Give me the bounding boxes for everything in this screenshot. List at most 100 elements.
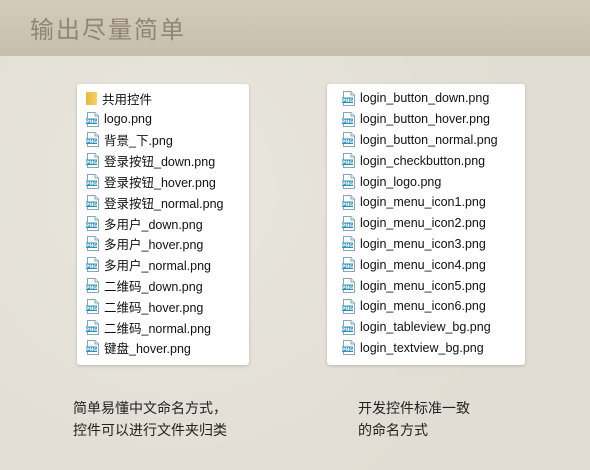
svg-text:PNG: PNG (342, 98, 353, 104)
caption-line: 简单易懂中文命名方式， (73, 401, 227, 417)
file-list-item[interactable]: PNG 多用户_hover.png (86, 234, 249, 255)
png-file-icon: PNG (342, 215, 356, 231)
svg-text:PNG: PNG (342, 119, 353, 125)
file-name: login_textview_bg.png (360, 340, 484, 355)
svg-text:PNG: PNG (86, 139, 97, 145)
file-list-item[interactable]: PNG 二维码_down.png (86, 275, 249, 296)
png-file-icon: PNG (86, 174, 100, 190)
file-list: PNG login_button_down.png PNG login_button_… (327, 84, 525, 358)
file-list-item[interactable]: PNG 二维码_normal.png (86, 317, 249, 338)
file-name: login_menu_icon1.png (360, 195, 486, 210)
svg-text:PNG: PNG (342, 223, 353, 229)
png-file-icon: PNG (86, 215, 100, 231)
file-list-item[interactable]: PNG 多用户_normal.png (86, 254, 249, 275)
file-list-item[interactable]: PNG 键盘_hover.png (86, 338, 249, 359)
file-name: 二维码_normal.png (104, 321, 211, 336)
svg-text:PNG: PNG (342, 264, 353, 270)
file-name: 登录按钮_normal.png (104, 196, 224, 211)
file-list-item[interactable]: PNG login_checkbutton.png (342, 150, 525, 171)
png-file-icon: PNG (342, 194, 356, 210)
png-file-icon: PNG (86, 319, 100, 335)
png-file-icon: PNG (342, 90, 356, 106)
file-list-item[interactable]: 共用控件 (86, 88, 249, 109)
file-name: 二维码_hover.png (104, 300, 204, 315)
svg-text:PNG: PNG (86, 160, 97, 166)
file-list-item[interactable]: PNG 背景_下.png (86, 130, 249, 151)
file-list-item[interactable]: PNG 多用户_down.png (86, 213, 249, 234)
file-list-item[interactable]: PNG login_menu_icon2.png (342, 213, 525, 234)
header-banner: 输出尽量简单 (0, 0, 590, 56)
svg-text:PNG: PNG (342, 243, 353, 249)
svg-text:PNG: PNG (86, 202, 97, 208)
file-list-item[interactable]: PNG 登录按钮_down.png (86, 150, 249, 171)
file-list: 共用控件 PNG logo.png PNG 背景_下.png PNG 登录按钮_down.p… (77, 84, 249, 358)
png-file-icon: PNG (86, 257, 100, 273)
file-name: login_button_normal.png (360, 132, 498, 147)
file-name: login_menu_icon3.png (360, 236, 486, 251)
file-name: login_button_down.png (360, 91, 490, 106)
png-file-icon: PNG (86, 236, 100, 252)
png-file-icon: PNG (342, 153, 356, 169)
file-list-item[interactable]: PNG login_logo.png (342, 171, 525, 192)
file-name: login_menu_icon5.png (360, 278, 486, 293)
file-list-item[interactable]: PNG login_button_hover.png (342, 109, 525, 130)
file-list-item[interactable]: PNG login_menu_icon1.png (342, 192, 525, 213)
svg-text:PNG: PNG (342, 160, 353, 166)
svg-text:PNG: PNG (86, 285, 97, 291)
english-naming-file-list: PNG login_button_down.png PNG login_button_… (327, 84, 525, 365)
svg-text:PNG: PNG (342, 181, 353, 187)
file-name: logo.png (104, 112, 152, 127)
caption-standard-naming: 开发控件标准一致 的命名方式 (358, 398, 470, 442)
chinese-naming-file-list: 共用控件 PNG logo.png PNG 背景_下.png PNG 登录按钮_down.p… (77, 84, 249, 365)
svg-text:PNG: PNG (86, 181, 97, 187)
png-file-icon: PNG (342, 132, 356, 148)
file-name: 键盘_hover.png (104, 342, 191, 357)
png-file-icon: PNG (342, 111, 356, 127)
png-file-icon: PNG (86, 278, 100, 294)
svg-text:PNG: PNG (342, 285, 353, 291)
svg-text:PNG: PNG (86, 347, 97, 353)
png-file-icon: PNG (86, 298, 100, 314)
file-list-item[interactable]: PNG login_button_normal.png (342, 130, 525, 151)
file-name: 多用户_down.png (104, 217, 203, 232)
file-name: 二维码_down.png (104, 280, 203, 295)
file-list-item[interactable]: PNG login_menu_icon3.png (342, 234, 525, 255)
file-list-item[interactable]: PNG login_textview_bg.png (342, 338, 525, 359)
file-list-item[interactable]: PNG login_tableview_bg.png (342, 317, 525, 338)
png-file-icon: PNG (342, 257, 356, 273)
file-name: 多用户_hover.png (104, 238, 204, 253)
svg-text:PNG: PNG (86, 264, 97, 270)
svg-text:PNG: PNG (86, 327, 97, 333)
svg-text:PNG: PNG (342, 347, 353, 353)
png-file-icon: PNG (86, 194, 100, 210)
file-list-item[interactable]: PNG 登录按钮_hover.png (86, 171, 249, 192)
caption-line: 控件可以进行文件夹归类 (73, 423, 227, 439)
file-name: 多用户_normal.png (104, 259, 211, 274)
file-list-item[interactable]: PNG 二维码_hover.png (86, 296, 249, 317)
file-list-item[interactable]: PNG logo.png (86, 109, 249, 130)
file-name: login_logo.png (360, 174, 442, 189)
file-list-item[interactable]: PNG login_menu_icon4.png (342, 254, 525, 275)
png-file-icon: PNG (86, 132, 100, 148)
file-name: 登录按钮_down.png (104, 155, 216, 170)
png-file-icon: PNG (342, 236, 356, 252)
svg-text:PNG: PNG (86, 243, 97, 249)
svg-text:PNG: PNG (86, 306, 97, 312)
png-file-icon: PNG (86, 340, 100, 356)
caption-chinese-naming: 简单易懂中文命名方式， 控件可以进行文件夹归类 (73, 398, 227, 442)
file-list-item[interactable]: PNG login_button_down.png (342, 88, 525, 109)
svg-text:PNG: PNG (86, 119, 97, 125)
file-list-item[interactable]: PNG 登录按钮_normal.png (86, 192, 249, 213)
file-name: login_checkbutton.png (360, 153, 486, 168)
svg-text:PNG: PNG (342, 139, 353, 145)
caption-line: 的命名方式 (358, 423, 428, 439)
png-file-icon: PNG (86, 153, 100, 169)
file-name: login_menu_icon4.png (360, 257, 486, 272)
file-name: login_tableview_bg.png (360, 320, 491, 335)
file-list-item[interactable]: PNG login_menu_icon6.png (342, 296, 525, 317)
svg-text:PNG: PNG (342, 202, 353, 208)
folder-icon (86, 91, 98, 105)
png-file-icon: PNG (342, 340, 356, 356)
file-list-item[interactable]: PNG login_menu_icon5.png (342, 275, 525, 296)
svg-text:PNG: PNG (342, 306, 353, 312)
